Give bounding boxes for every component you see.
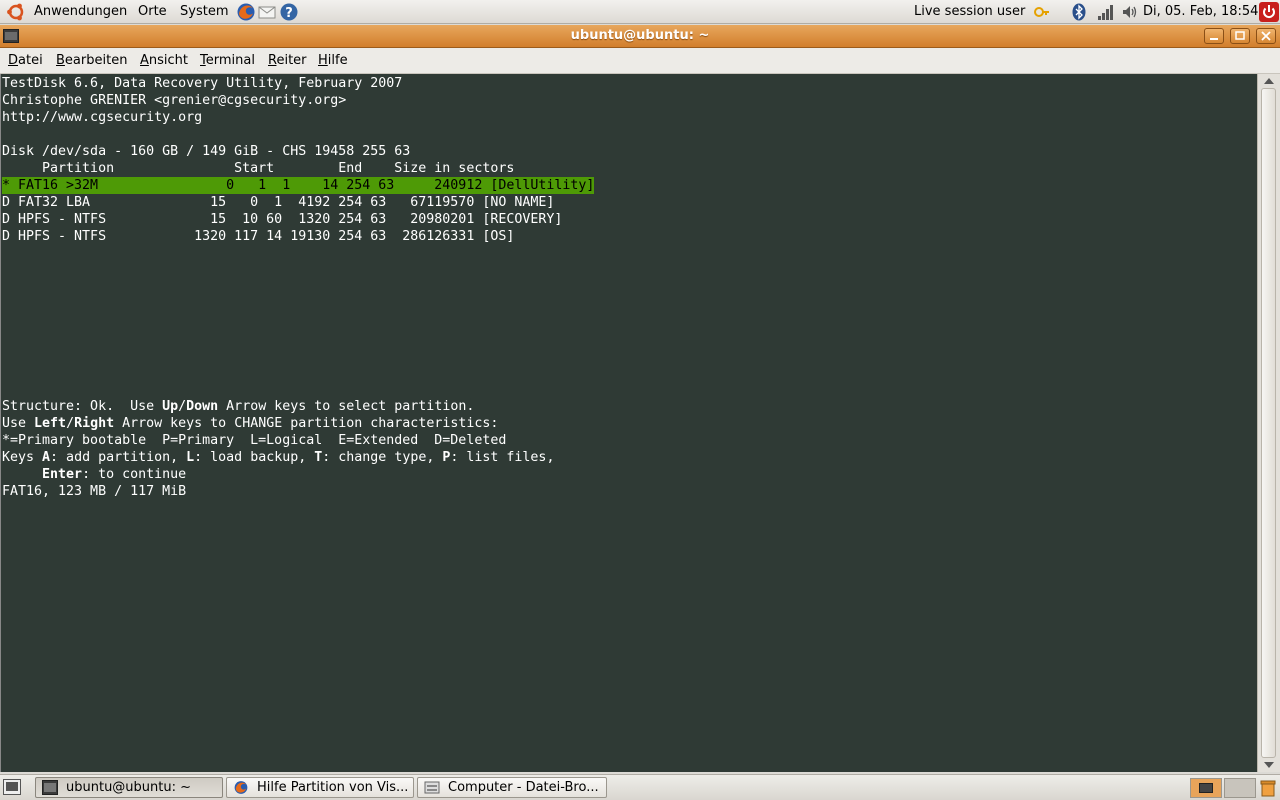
task-label: ubuntu@ubuntu: ~ bbox=[66, 780, 192, 795]
help-text: : list files, bbox=[450, 450, 555, 465]
disk-info-line: Disk /dev/sda - 160 GB / 149 GiB - CHS 1… bbox=[2, 144, 411, 159]
update-notifier-icon[interactable] bbox=[1032, 3, 1050, 21]
top-panel: Anwendungen Orte System ? Live session u… bbox=[0, 0, 1280, 24]
menu-hilfe[interactable]: Hilfe bbox=[318, 53, 348, 68]
help-line-change: Use Left/Right Arrow keys to CHANGE part… bbox=[2, 415, 498, 432]
terminal-line: Christophe GRENIER <grenier@cgsecurity.o… bbox=[2, 93, 347, 108]
help-text: : add partition, bbox=[50, 450, 187, 465]
partition-row[interactable]: D HPFS - NTFS 1320 117 14 19130 254 63 2… bbox=[2, 228, 514, 245]
help-text: Keys bbox=[2, 450, 43, 465]
menu-terminal[interactable]: Terminal bbox=[200, 53, 255, 68]
help-text: Structure: Ok. Use bbox=[2, 399, 163, 414]
menu-system[interactable]: System bbox=[180, 4, 228, 20]
menu-orte[interactable]: Orte bbox=[138, 4, 167, 20]
help-text: : load backup, bbox=[194, 450, 315, 465]
menu-mnemonic: B bbox=[56, 53, 65, 68]
menu-mnemonic: D bbox=[8, 53, 19, 68]
terminal-line: TestDisk 6.6, Data Recovery Utility, Feb… bbox=[2, 76, 403, 91]
menu-mnemonic: H bbox=[318, 53, 328, 68]
network-signal-icon[interactable] bbox=[1097, 3, 1115, 21]
help-line-structure: Structure: Ok. Use Up/Down Arrow keys to… bbox=[2, 398, 474, 415]
menu-reiter[interactable]: Reiter bbox=[268, 53, 307, 68]
firefox-launcher-icon[interactable] bbox=[236, 2, 256, 22]
bluetooth-icon[interactable] bbox=[1070, 3, 1088, 21]
help-line-legend: *=Primary bootable P=Primary L=Logical E… bbox=[2, 433, 507, 448]
close-button[interactable] bbox=[1256, 28, 1276, 44]
task-label: Computer - Datei-Bro... bbox=[448, 780, 599, 795]
volume-icon[interactable] bbox=[1121, 3, 1139, 21]
session-user-label[interactable]: Live session user bbox=[914, 4, 1025, 20]
menubar: Datei Bearbeiten Ansicht Terminal Reiter… bbox=[0, 48, 1280, 74]
window-titlebar[interactable]: ubuntu@ubuntu: ~ bbox=[0, 25, 1280, 48]
menu-ansicht[interactable]: Ansicht bbox=[140, 53, 188, 68]
help-key: Down bbox=[186, 399, 219, 414]
menu-label: nsicht bbox=[148, 53, 189, 68]
power-icon[interactable] bbox=[1259, 2, 1279, 22]
menu-label: ilfe bbox=[327, 53, 348, 68]
trash-icon[interactable] bbox=[1260, 779, 1276, 797]
show-desktop-icon[interactable] bbox=[3, 779, 21, 795]
help-line-keys: Keys A: add partition, L: load backup, T… bbox=[2, 449, 554, 466]
minimize-icon bbox=[1210, 38, 1218, 40]
maximize-button[interactable] bbox=[1230, 28, 1250, 44]
help-key: Enter bbox=[42, 467, 83, 482]
menu-anwendungen[interactable]: Anwendungen bbox=[34, 4, 127, 20]
menu-bearbeiten[interactable]: Bearbeiten bbox=[56, 53, 127, 68]
clock[interactable]: Di, 05. Feb, 18:54 bbox=[1143, 4, 1258, 20]
help-text: : to continue bbox=[82, 467, 187, 482]
partition-status-line: FAT16, 123 MB / 117 MiB bbox=[2, 484, 187, 499]
help-launcher-icon[interactable]: ? bbox=[279, 2, 299, 22]
minimize-button[interactable] bbox=[1204, 28, 1224, 44]
partition-row[interactable]: D HPFS - NTFS 15 10 60 1320 254 63 20980… bbox=[2, 211, 562, 228]
help-key: L bbox=[186, 450, 195, 465]
help-text: / bbox=[66, 416, 75, 431]
close-icon bbox=[1261, 31, 1271, 41]
scroll-down-icon[interactable] bbox=[1264, 762, 1274, 768]
menu-label: atei bbox=[18, 53, 43, 68]
mail-launcher-icon[interactable] bbox=[257, 2, 277, 22]
menu-label: eiter bbox=[276, 53, 307, 68]
maximize-icon bbox=[1235, 31, 1245, 40]
terminal-scrollbar[interactable] bbox=[1257, 74, 1280, 772]
help-text: / bbox=[178, 399, 187, 414]
help-text: Arrow keys to select partition. bbox=[218, 399, 475, 414]
task-firefox[interactable]: Hilfe Partition von Vis... bbox=[226, 777, 414, 798]
scroll-up-icon[interactable] bbox=[1264, 78, 1274, 84]
help-text bbox=[2, 467, 42, 482]
help-line-enter: Enter: to continue bbox=[2, 466, 186, 483]
firefox-icon bbox=[234, 781, 248, 794]
help-key: Left bbox=[34, 416, 67, 431]
task-terminal[interactable]: ubuntu@ubuntu: ~ bbox=[35, 777, 223, 798]
terminal-output[interactable]: TestDisk 6.6, Data Recovery Utility, Feb… bbox=[0, 74, 1257, 772]
ubuntu-logo-icon[interactable] bbox=[6, 2, 26, 22]
scroll-thumb[interactable] bbox=[1261, 88, 1276, 758]
help-key: Right bbox=[74, 416, 115, 431]
svg-text:?: ? bbox=[285, 6, 293, 21]
partition-table-header: Partition Start End Size in sectors bbox=[2, 161, 515, 176]
workspace-window-icon bbox=[1199, 783, 1213, 793]
task-label: Hilfe Partition von Vis... bbox=[257, 780, 409, 795]
help-key: A bbox=[42, 450, 51, 465]
window-title: ubuntu@ubuntu: ~ bbox=[570, 28, 710, 43]
menu-datei[interactable]: Datei bbox=[8, 53, 43, 68]
bottom-panel: ubuntu@ubuntu: ~ Hilfe Partition von Vis… bbox=[0, 774, 1280, 800]
partition-row[interactable]: D FAT32 LBA 15 0 1 4192 254 63 67119570 … bbox=[2, 194, 554, 211]
workspace-2[interactable] bbox=[1224, 778, 1256, 798]
help-text: : change type, bbox=[322, 450, 443, 465]
terminal-icon bbox=[42, 780, 58, 795]
task-file-browser[interactable]: Computer - Datei-Bro... bbox=[417, 777, 607, 798]
workspace-1[interactable] bbox=[1190, 778, 1222, 798]
help-text: Use bbox=[2, 416, 35, 431]
help-text: Arrow keys to CHANGE partition character… bbox=[114, 416, 499, 431]
partition-row-selected[interactable]: * FAT16 >32M 0 1 1 14 254 63 240912 [Del… bbox=[2, 177, 595, 194]
help-key: Up bbox=[162, 399, 179, 414]
menu-label: erminal bbox=[205, 53, 255, 68]
menu-mnemonic: A bbox=[140, 53, 149, 68]
computer-icon bbox=[424, 781, 440, 794]
menu-label: earbeiten bbox=[64, 53, 128, 68]
terminal-line: http://www.cgsecurity.org bbox=[2, 110, 203, 125]
